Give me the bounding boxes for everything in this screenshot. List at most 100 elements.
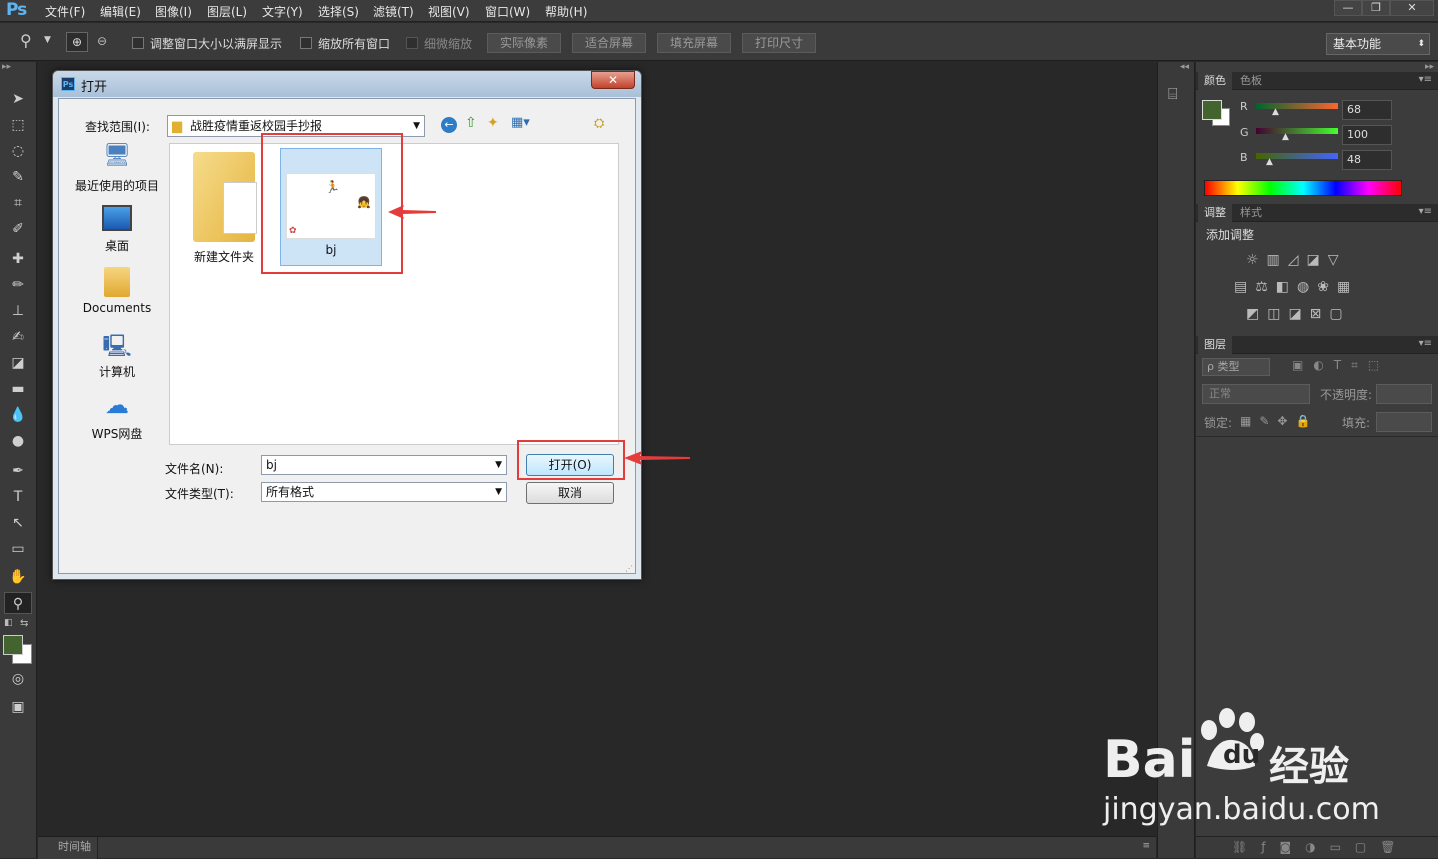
print-size-button[interactable]: 打印尺寸 xyxy=(742,33,816,53)
back-icon[interactable]: ← xyxy=(441,117,457,133)
zoom-tool-icon[interactable]: ⚲ xyxy=(4,592,32,614)
blend-mode-select[interactable]: 正常 xyxy=(1202,384,1310,404)
default-colors-icon[interactable]: ◧ xyxy=(4,618,13,628)
history-brush-tool-icon[interactable]: ✍ xyxy=(4,326,32,348)
menu-type[interactable]: 文字(Y) xyxy=(262,3,303,20)
menu-help[interactable]: 帮助(H) xyxy=(545,3,587,20)
place-documents[interactable]: Documents xyxy=(67,267,167,325)
path-select-tool-icon[interactable]: ↖ xyxy=(4,512,32,534)
tool-preset-dropdown-icon[interactable]: ▼ xyxy=(44,35,51,45)
foreground-swatch[interactable] xyxy=(1202,100,1222,120)
menu-edit[interactable]: 编辑(E) xyxy=(100,3,141,20)
close-icon[interactable]: ✕ xyxy=(1390,0,1434,16)
panel-menu-icon[interactable]: ▾≡ xyxy=(1419,74,1432,85)
minimize-icon[interactable]: — xyxy=(1334,0,1362,16)
b-input[interactable]: 48 xyxy=(1342,150,1392,170)
collapse-panels-icon[interactable]: ▸▸ xyxy=(1425,62,1434,72)
healing-brush-tool-icon[interactable]: ✚ xyxy=(4,248,32,270)
zoom-out-icon[interactable]: ⊖ xyxy=(92,32,112,52)
scrubby-zoom-checkbox[interactable] xyxy=(406,37,418,49)
layer-filter-icons[interactable]: ▣◐T⌗⬚ xyxy=(1292,358,1389,373)
quick-mask-icon[interactable]: ◎ xyxy=(4,668,32,690)
tab-styles[interactable]: 样式 xyxy=(1234,204,1268,222)
filetype-select[interactable]: 所有格式 ▼ xyxy=(261,482,507,502)
layer-action-icons[interactable]: ⛓ƒ◙◑▭▢🗑 xyxy=(1232,840,1409,854)
fill-screen-button[interactable]: 填充屏幕 xyxy=(657,33,731,53)
menu-file[interactable]: 文件(F) xyxy=(45,3,85,20)
resize-grip-icon[interactable]: ⋰ xyxy=(625,564,633,573)
timeline-tab[interactable]: 时间轴 xyxy=(38,837,98,859)
r-input[interactable]: 68 xyxy=(1342,100,1392,120)
pen-tool-icon[interactable]: ✒ xyxy=(4,460,32,482)
eyedropper-tool-icon[interactable]: ✐ xyxy=(4,218,32,240)
actual-pixels-button[interactable]: 实际像素 xyxy=(487,33,561,53)
move-tool-icon[interactable]: ➤ xyxy=(4,88,32,110)
tab-swatches[interactable]: 色板 xyxy=(1234,72,1268,90)
gradient-tool-icon[interactable]: ▬ xyxy=(4,378,32,400)
brush-tool-icon[interactable]: ✏ xyxy=(4,274,32,296)
new-folder-icon[interactable]: ✦ xyxy=(487,115,499,131)
lock-icons[interactable]: ▦✎✥🔒 xyxy=(1240,414,1318,428)
adjustment-icons-row-2[interactable]: ▤⚖◧◍❀▦ xyxy=(1234,279,1358,295)
rectangle-tool-icon[interactable]: ▭ xyxy=(4,538,32,560)
blur-tool-icon[interactable]: 💧 xyxy=(4,404,32,426)
r-slider-thumb-icon[interactable]: ▲ xyxy=(1272,107,1279,117)
fit-screen-button[interactable]: 适合屏幕 xyxy=(572,33,646,53)
r-slider[interactable] xyxy=(1256,103,1338,109)
workspace-select[interactable]: 基本功能 ⬍ xyxy=(1326,33,1430,55)
marquee-tool-icon[interactable]: ⬚ xyxy=(4,114,32,136)
file-item-folder[interactable]: 新建文件夹 xyxy=(178,148,270,268)
menu-select[interactable]: 选择(S) xyxy=(318,3,359,20)
clone-stamp-tool-icon[interactable]: ⊥ xyxy=(4,300,32,322)
place-desktop[interactable]: 桌面 xyxy=(67,205,167,263)
filename-input[interactable]: bj ▼ xyxy=(261,455,507,475)
lasso-tool-icon[interactable]: ◌ xyxy=(4,140,32,162)
type-tool-icon[interactable]: T xyxy=(4,486,32,508)
fit-window-checkbox[interactable] xyxy=(132,37,144,49)
menu-window[interactable]: 窗口(W) xyxy=(485,3,530,20)
screen-mode-icon[interactable]: ▣ xyxy=(4,696,32,718)
place-recent[interactable]: 🖥 最近使用的项目 xyxy=(67,143,167,201)
color-spectrum-ramp[interactable] xyxy=(1204,180,1402,196)
magnifier-icon[interactable]: ⚲ xyxy=(20,31,32,50)
view-menu-icon[interactable]: ▦▾ xyxy=(511,115,530,130)
favorites-folder-icon[interactable]: ⛭ xyxy=(594,116,604,131)
expand-panels-icon[interactable]: ◂◂ xyxy=(1180,62,1189,72)
b-slider-thumb-icon[interactable]: ▲ xyxy=(1266,157,1273,167)
layer-filter-select[interactable]: ρ 类型 xyxy=(1202,358,1270,376)
tab-adjustments[interactable]: 调整 xyxy=(1198,204,1232,222)
opacity-input[interactable] xyxy=(1376,384,1432,404)
zoom-all-checkbox[interactable] xyxy=(300,37,312,49)
place-wps-cloud[interactable]: ☁ WPS网盘 xyxy=(67,391,167,449)
tab-layers[interactable]: 图层 xyxy=(1198,336,1232,354)
panel-menu-icon[interactable]: ▾≡ xyxy=(1419,338,1432,349)
place-computer[interactable]: 🖳 计算机 xyxy=(67,329,167,387)
menu-layer[interactable]: 图层(L) xyxy=(207,3,247,20)
restore-icon[interactable]: ❐ xyxy=(1362,0,1390,16)
dodge-tool-icon[interactable]: ● xyxy=(4,430,32,452)
fill-input[interactable] xyxy=(1376,412,1432,432)
swap-colors-icon[interactable]: ⇆ xyxy=(20,618,28,629)
hand-tool-icon[interactable]: ✋ xyxy=(4,566,32,588)
adjustment-icons-row-1[interactable]: ☼▥◿◪▽ xyxy=(1246,252,1347,268)
cancel-button[interactable]: 取消 xyxy=(526,482,614,504)
up-folder-icon[interactable]: ⇧ xyxy=(465,115,477,131)
dialog-close-icon[interactable]: ✕ xyxy=(591,71,635,89)
adjustment-icons-row-3[interactable]: ◩◫◪⊠▢ xyxy=(1246,306,1351,322)
history-panel-icon[interactable]: ⌸ xyxy=(1168,84,1178,104)
foreground-color-swatch[interactable] xyxy=(3,635,23,655)
panel-menu-icon[interactable]: ≡ xyxy=(1142,841,1150,851)
menu-filter[interactable]: 滤镜(T) xyxy=(373,3,414,20)
menu-image[interactable]: 图像(I) xyxy=(155,3,192,20)
quick-select-tool-icon[interactable]: ✎ xyxy=(4,166,32,188)
zoom-in-icon[interactable]: ⊕ xyxy=(66,32,88,52)
panel-menu-icon[interactable]: ▾≡ xyxy=(1419,206,1432,217)
g-slider[interactable] xyxy=(1256,128,1338,134)
tab-color[interactable]: 颜色 xyxy=(1198,72,1232,90)
collapse-icon[interactable]: ▸▸ xyxy=(2,62,11,72)
eraser-tool-icon[interactable]: ◪ xyxy=(4,352,32,374)
crop-tool-icon[interactable]: ⌗ xyxy=(4,192,32,214)
g-slider-thumb-icon[interactable]: ▲ xyxy=(1282,132,1289,142)
menu-view[interactable]: 视图(V) xyxy=(428,3,470,20)
g-input[interactable]: 100 xyxy=(1342,125,1392,145)
